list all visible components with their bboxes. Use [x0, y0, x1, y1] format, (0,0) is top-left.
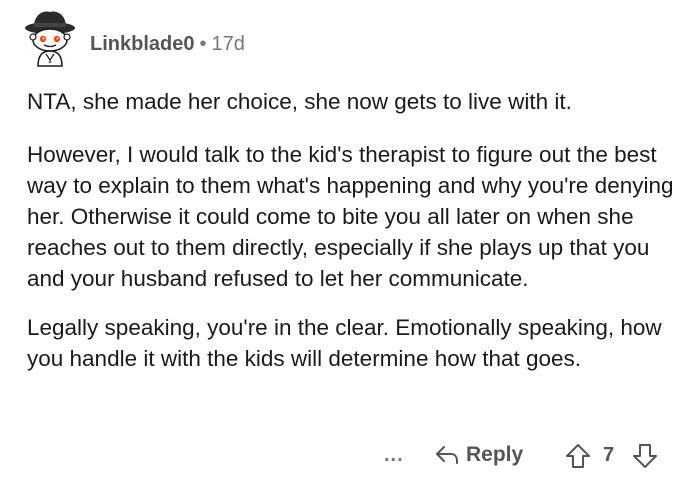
username-link[interactable]: Linkblade0: [90, 33, 194, 55]
upvote-arrow-icon: [566, 444, 590, 468]
comment-meta: Linkblade0 • 17d: [90, 32, 245, 56]
comment-actions: ... Reply 7: [0, 438, 700, 472]
more-options-button[interactable]: ...: [384, 438, 404, 472]
comment-card: Linkblade0 • 17d NTA, she made her choice,…: [0, 0, 700, 479]
reply-button[interactable]: Reply: [434, 438, 523, 472]
comment-paragraph: Legally speaking, you're in the clear. E…: [27, 315, 662, 371]
vote-count: 7: [603, 444, 615, 466]
comment-paragraph: NTA, she made her choice, she now gets t…: [27, 89, 572, 114]
reply-arrow-icon: [436, 446, 458, 464]
downvote-button[interactable]: [632, 443, 658, 474]
reply-label: Reply: [466, 443, 524, 466]
snoo-avatar-icon: [25, 11, 75, 67]
upvote-button[interactable]: [565, 443, 591, 474]
comment-paragraph: However, I would talk to the kid's thera…: [27, 142, 674, 291]
meta-separator: •: [199, 33, 207, 55]
comment-body: NTA, she made her choice, she now gets t…: [27, 86, 687, 374]
avatar[interactable]: [22, 8, 78, 68]
downvote-arrow-icon: [633, 444, 657, 468]
comment-age[interactable]: 17d: [212, 33, 245, 55]
